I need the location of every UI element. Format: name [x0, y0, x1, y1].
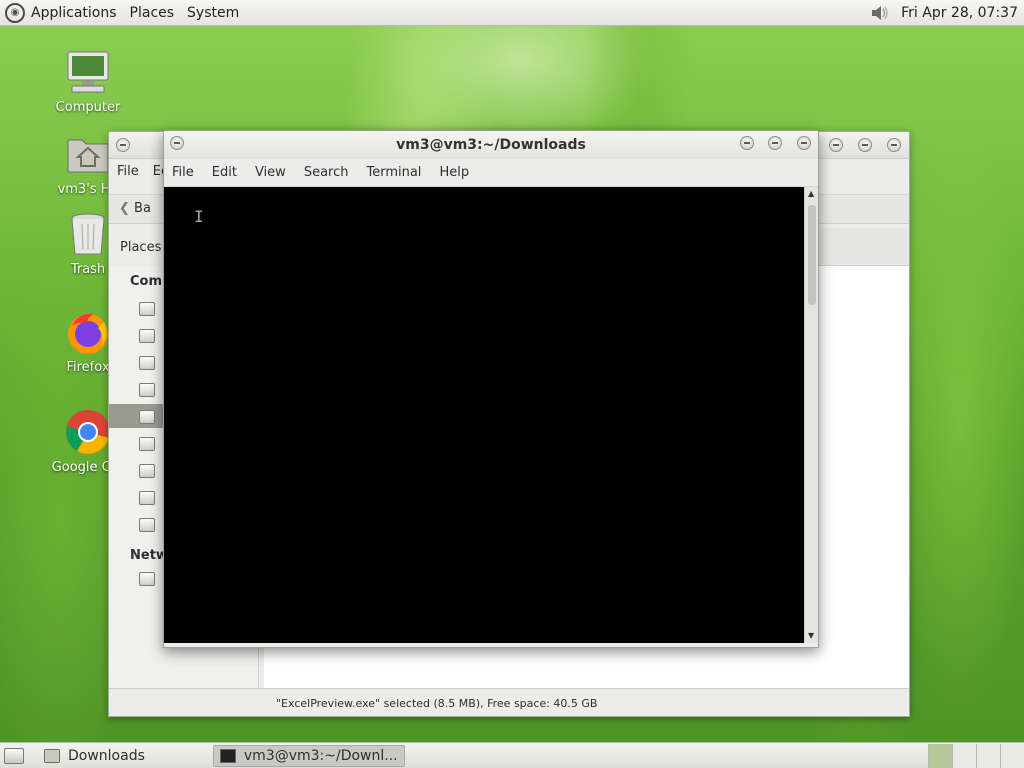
- window-menu-icon[interactable]: [116, 138, 130, 152]
- terminal-icon: [219, 748, 236, 763]
- menu-terminal[interactable]: Terminal: [366, 165, 421, 180]
- clock[interactable]: Fri Apr 28, 07:37: [901, 5, 1018, 21]
- folder-icon: [44, 748, 60, 763]
- places-menu[interactable]: Places: [130, 5, 175, 21]
- downloads-folder-icon[interactable]: [139, 410, 155, 424]
- menu-help[interactable]: Help: [439, 165, 469, 180]
- pictures-folder-icon[interactable]: [139, 464, 155, 478]
- home-folder-icon: [64, 130, 112, 178]
- status-bar: "ExcelPreview.exe" selected (8.5 MB), Fr…: [109, 688, 909, 716]
- documents-folder-icon[interactable]: [139, 383, 155, 397]
- distro-logo-icon[interactable]: ◉: [5, 2, 25, 23]
- terminal-title: vm3@vm3:~/Downloads: [396, 137, 586, 153]
- terminal-output[interactable]: I: [164, 187, 806, 643]
- volume-icon[interactable]: [867, 3, 893, 23]
- taskbar-item-label: vm3@vm3:~/Downl...: [243, 747, 398, 764]
- trash-icon[interactable]: [139, 518, 155, 532]
- terminal-titlebar[interactable]: vm3@vm3:~/Downloads: [164, 131, 818, 159]
- scrollbar-thumb[interactable]: [808, 205, 816, 305]
- bottom-panel: Downloads vm3@vm3:~/Downl...: [0, 742, 1024, 768]
- maximize-icon[interactable]: [768, 136, 782, 150]
- taskbar-item-terminal[interactable]: vm3@vm3:~/Downl...: [212, 744, 405, 767]
- desktop-icon-label: Computer: [55, 100, 121, 115]
- filesystem-icon[interactable]: [139, 356, 155, 370]
- menu-file[interactable]: File: [117, 164, 139, 179]
- text-cursor-icon: I: [194, 207, 204, 226]
- menu-search[interactable]: Search: [304, 165, 349, 180]
- file-manager-menubar: File Ec: [117, 164, 168, 179]
- close-icon[interactable]: [797, 136, 811, 150]
- minimize-icon[interactable]: [829, 138, 843, 152]
- minimize-icon[interactable]: [740, 136, 754, 150]
- terminal-menubar: File Edit View Search Terminal Help: [164, 159, 818, 187]
- terminal-window[interactable]: vm3@vm3:~/Downloads File Edit View Searc…: [163, 130, 819, 648]
- desktop-icon-computer[interactable]: Computer: [40, 48, 136, 115]
- scroll-up-icon[interactable]: ▲: [808, 190, 814, 198]
- status-text: "ExcelPreview.exe" selected (8.5 MB), Fr…: [276, 697, 598, 710]
- trash-icon: [64, 210, 112, 258]
- taskbar-item-label: Downloads: [68, 747, 145, 764]
- scroll-down-icon[interactable]: ▼: [808, 632, 814, 640]
- workspace-2[interactable]: [952, 743, 976, 768]
- menu-file[interactable]: File: [172, 165, 194, 180]
- maximize-icon[interactable]: [858, 138, 872, 152]
- chrome-icon: [64, 408, 112, 456]
- workspace-4[interactable]: [1000, 743, 1024, 768]
- workspace-1[interactable]: [928, 743, 952, 768]
- videos-folder-icon[interactable]: [139, 491, 155, 505]
- firefox-icon: [64, 308, 112, 356]
- menu-view[interactable]: View: [255, 165, 286, 180]
- back-arrow-icon: ❮: [119, 201, 130, 216]
- show-desktop-icon[interactable]: [4, 747, 24, 764]
- applications-menu[interactable]: Applications: [31, 5, 117, 21]
- workspace-3[interactable]: [976, 743, 1000, 768]
- computer-icon: [64, 48, 112, 96]
- terminal-scrollbar[interactable]: ▲ ▼: [804, 187, 818, 643]
- close-icon[interactable]: [887, 138, 901, 152]
- network-icon[interactable]: [139, 572, 155, 586]
- workspace-switcher: [928, 743, 1024, 768]
- places-dropdown[interactable]: Places: [120, 240, 161, 255]
- music-folder-icon[interactable]: [139, 437, 155, 451]
- taskbar-item-downloads[interactable]: Downloads: [38, 745, 151, 767]
- menu-edit[interactable]: Edit: [212, 165, 237, 180]
- top-panel: ◉ Applications Places System Fri Apr 28,…: [0, 0, 1024, 26]
- back-button[interactable]: ❮ Ba: [119, 201, 151, 216]
- home-folder-icon[interactable]: [139, 302, 155, 316]
- desktop-folder-icon[interactable]: [139, 329, 155, 343]
- system-menu[interactable]: System: [187, 5, 239, 21]
